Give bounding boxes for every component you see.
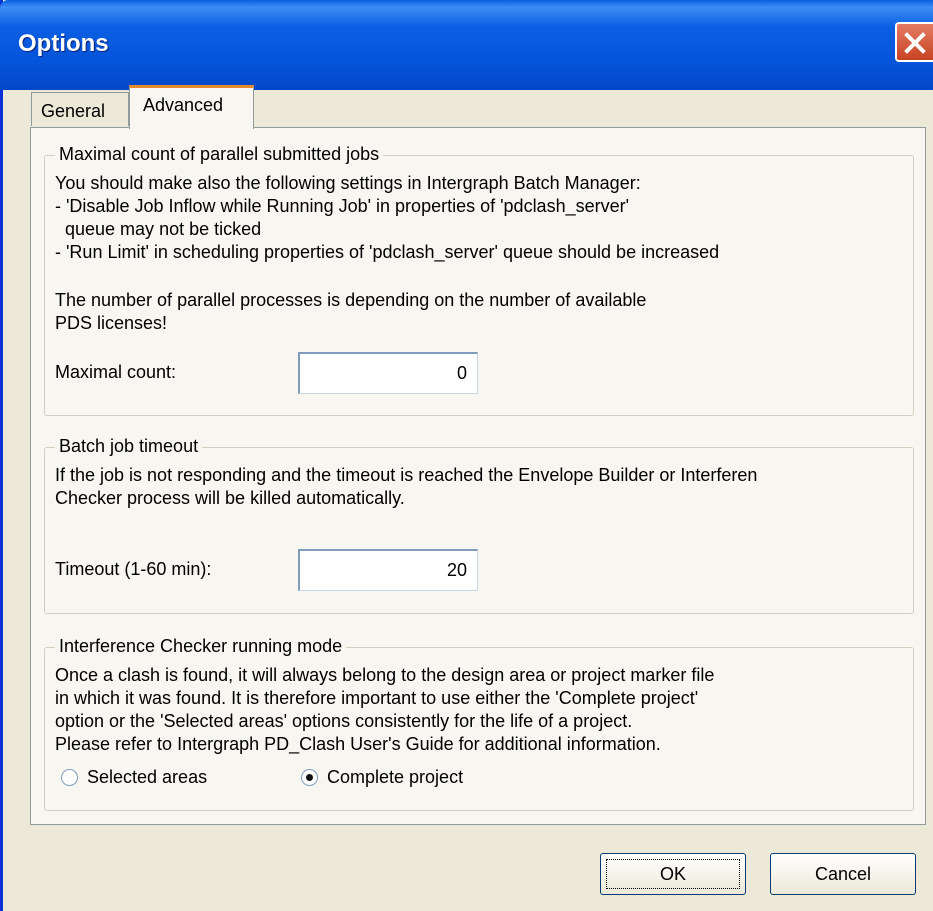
close-icon bbox=[904, 32, 926, 54]
running-mode-group: Interference Checker running mode Once a… bbox=[44, 636, 914, 811]
cancel-button-label: Cancel bbox=[814, 864, 872, 884]
parallel-jobs-text-line: - 'Run Limit' in scheduling properties o… bbox=[55, 242, 720, 262]
running-mode-legend: Interference Checker running mode bbox=[55, 636, 347, 657]
tab-advanced[interactable]: Advanced bbox=[129, 85, 254, 129]
options-dialog: Options General Advanced Maximal count o… bbox=[0, 0, 933, 911]
selected-areas-label: Selected areas bbox=[87, 767, 208, 787]
window-title: Options bbox=[18, 30, 109, 57]
maximal-count-label: Maximal count: bbox=[55, 362, 177, 382]
batch-timeout-text-line: Checker process will be killed automatic… bbox=[55, 488, 405, 508]
batch-timeout-text-line: If the job is not responding and the tim… bbox=[55, 465, 758, 485]
tab-advanced-label: Advanced bbox=[143, 95, 224, 115]
cancel-button[interactable]: Cancel bbox=[770, 853, 916, 895]
parallel-jobs-legend: Maximal count of parallel submitted jobs bbox=[55, 144, 384, 165]
advanced-tab-panel: Maximal count of parallel submitted jobs… bbox=[30, 127, 926, 825]
parallel-jobs-text-line: - 'Disable Job Inflow while Running Job'… bbox=[55, 196, 630, 216]
ok-button-label: OK bbox=[659, 864, 686, 884]
close-button[interactable] bbox=[895, 22, 933, 62]
parallel-jobs-group: Maximal count of parallel submitted jobs… bbox=[44, 144, 914, 416]
running-mode-text-line: option or the 'Selected areas' options c… bbox=[55, 711, 633, 731]
title-bar: Options bbox=[0, 0, 933, 90]
timeout-input[interactable]: 20 bbox=[298, 549, 478, 591]
radio-selected-dot bbox=[306, 774, 313, 781]
complete-project-label: Complete project bbox=[327, 767, 464, 787]
ok-button[interactable]: OK bbox=[600, 853, 746, 895]
parallel-jobs-text-line: The number of parallel processes is depe… bbox=[55, 290, 647, 310]
parallel-jobs-text-line: PDS licenses! bbox=[55, 313, 168, 333]
selected-areas-radio-circle[interactable] bbox=[61, 769, 78, 786]
running-mode-text-line: in which it was found. It is therefore i… bbox=[55, 688, 699, 708]
running-mode-text-line: Once a clash is found, it will always be… bbox=[55, 665, 715, 685]
complete-project-radio[interactable]: Complete project bbox=[301, 765, 521, 791]
running-mode-text-line: Please refer to Intergraph PD_Clash User… bbox=[55, 734, 661, 754]
complete-project-radio-circle[interactable] bbox=[301, 769, 318, 786]
tab-general-label: General bbox=[41, 101, 106, 121]
selected-areas-radio[interactable]: Selected areas bbox=[61, 765, 261, 791]
parallel-jobs-text-line: You should make also the following setti… bbox=[55, 173, 641, 193]
timeout-label: Timeout (1-60 min): bbox=[55, 559, 212, 579]
batch-timeout-group: Batch job timeout If the job is not resp… bbox=[44, 436, 914, 614]
maximal-count-input[interactable]: 0 bbox=[298, 352, 478, 394]
tab-general[interactable]: General bbox=[31, 92, 129, 126]
batch-timeout-legend: Batch job timeout bbox=[55, 436, 203, 457]
parallel-jobs-text-line: queue may not be ticked bbox=[55, 219, 262, 239]
